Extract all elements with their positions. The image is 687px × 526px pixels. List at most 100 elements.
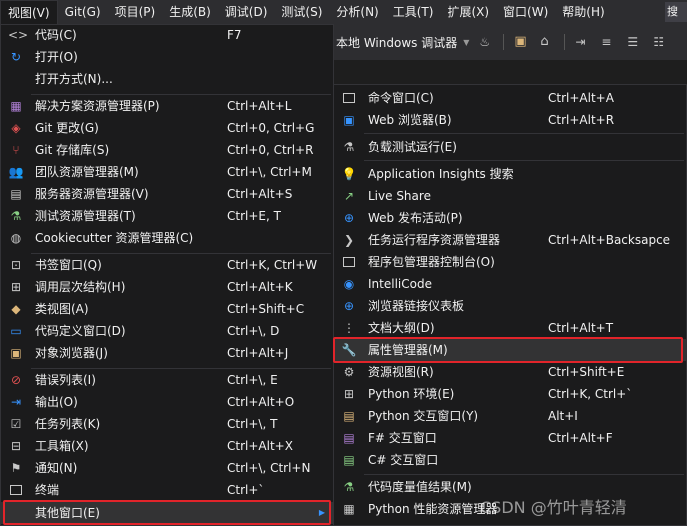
menu-item-test-explorer[interactable]: ⚗ 测试资源管理器(T) Ctrl+E, T bbox=[1, 205, 333, 227]
toolbar: 本地 Windows 调试器 ▼ ♨ ▣ ⌂ ⇥ ≡ ☰ ☷ bbox=[334, 24, 687, 60]
menu-item-web-publish[interactable]: ⊕ Web 发布活动(P) bbox=[334, 207, 686, 229]
home-icon[interactable]: ⌂ bbox=[540, 34, 556, 50]
menu-item-shortcut: Ctrl+\, D bbox=[227, 324, 280, 338]
step-icon[interactable]: ⇥ bbox=[575, 34, 591, 50]
folder-icon[interactable]: ▣ bbox=[514, 34, 530, 50]
menu-item-web-browser[interactable]: ▣ Web 浏览器(B) Ctrl+Alt+R bbox=[334, 109, 686, 131]
menu-item-cookiecutter[interactable]: ◍ Cookiecutter 资源管理器(C) bbox=[1, 227, 333, 249]
menu-test[interactable]: 测试(S) bbox=[274, 0, 329, 24]
menu-item-toolbox[interactable]: ⊟ 工具箱(X) Ctrl+Alt+X bbox=[1, 435, 333, 457]
menu-item-object-browser[interactable]: ▣ 对象浏览器(J) Ctrl+Alt+J bbox=[1, 342, 333, 364]
menu-item-label: 打开方式(N)... bbox=[35, 72, 113, 86]
menu-item-bookmarks[interactable]: ⊡ 书签窗口(Q) Ctrl+K, Ctrl+W bbox=[1, 254, 333, 276]
flame-icon[interactable]: ♨ bbox=[479, 34, 495, 50]
menu-item-command-window[interactable]: 命令窗口(C) Ctrl+Alt+A bbox=[334, 87, 686, 109]
menu-item-shortcut: Ctrl+E, T bbox=[227, 209, 281, 223]
menu-item-solution-explorer[interactable]: ▦ 解决方案资源管理器(P) Ctrl+Alt+L bbox=[1, 95, 333, 117]
menu-extensions[interactable]: 扩展(X) bbox=[440, 0, 496, 24]
web-publish-icon: ⊕ bbox=[343, 211, 355, 225]
menu-separator bbox=[364, 474, 684, 475]
menu-item-browser-link[interactable]: ⊕ 浏览器链接仪表板 bbox=[334, 295, 686, 317]
load-test-icon: ⚗ bbox=[343, 140, 355, 154]
output-icon: ⇥ bbox=[10, 395, 22, 409]
error-list-icon: ⊘ bbox=[10, 373, 22, 387]
solution-explorer-icon: ▦ bbox=[10, 99, 22, 113]
menu-item-call-hierarchy[interactable]: ⊞ 调用层次结构(H) Ctrl+Alt+K bbox=[1, 276, 333, 298]
menu-item-open[interactable]: ↻ 打开(O) bbox=[1, 46, 333, 68]
menu-item-resource-view[interactable]: ⚙ 资源视图(R) Ctrl+Shift+E bbox=[334, 361, 686, 383]
menu-view[interactable]: 视图(V) bbox=[0, 0, 58, 24]
menu-item-label: Python 环境(E) bbox=[368, 387, 455, 401]
menu-item-git-repo[interactable]: ⑂ Git 存储库(S) Ctrl+0, Ctrl+R bbox=[1, 139, 333, 161]
menu-item-label: 代码定义窗口(D) bbox=[35, 324, 126, 338]
open-icon: ↻ bbox=[10, 50, 22, 64]
menu-item-csharp-interactive[interactable]: ▤ C# 交互窗口 bbox=[334, 449, 686, 471]
menu-item-label: 任务列表(K) bbox=[35, 417, 101, 431]
menu-item-task-runner[interactable]: ❯ 任务运行程序资源管理器 Ctrl+Alt+Backsapce bbox=[334, 229, 686, 251]
indent-icon[interactable]: ≡ bbox=[601, 34, 617, 50]
code-metrics-icon: ⚗ bbox=[343, 480, 355, 494]
highlight-box-property-manager bbox=[333, 337, 683, 363]
notification-icon: ⚑ bbox=[10, 461, 22, 475]
menu-item-code-definition[interactable]: ▭ 代码定义窗口(D) Ctrl+\, D bbox=[1, 320, 333, 342]
bookmark-icon: ⊡ bbox=[10, 258, 22, 272]
menu-item-load-test[interactable]: ⚗ 负载测试运行(E) bbox=[334, 136, 686, 158]
menu-item-task-list[interactable]: ☑ 任务列表(K) Ctrl+\, T bbox=[1, 413, 333, 435]
menu-item-open-with[interactable]: 打开方式(N)... bbox=[1, 68, 333, 90]
menu-item-class-view[interactable]: ◆ 类视图(A) Ctrl+Shift+C bbox=[1, 298, 333, 320]
menu-debug[interactable]: 调试(D) bbox=[218, 0, 275, 24]
call-hierarchy-icon: ⊞ bbox=[10, 280, 22, 294]
menu-item-python-env[interactable]: ⊞ Python 环境(E) Ctrl+K, Ctrl+` bbox=[334, 383, 686, 405]
menu-item-git-changes[interactable]: ◈ Git 更改(G) Ctrl+0, Ctrl+G bbox=[1, 117, 333, 139]
menu-item-shortcut: Alt+I bbox=[548, 409, 578, 423]
menu-item-intellicode[interactable]: ◉ IntelliCode bbox=[334, 273, 686, 295]
menu-item-shortcut: Ctrl+Alt+X bbox=[227, 439, 293, 453]
menu-window[interactable]: 窗口(W) bbox=[496, 0, 555, 24]
menu-item-terminal[interactable]: 终端 Ctrl+` bbox=[1, 479, 333, 501]
code-definition-icon: ▭ bbox=[10, 324, 22, 338]
menu-item-team-explorer[interactable]: 👥 团队资源管理器(M) Ctrl+\, Ctrl+M bbox=[1, 161, 333, 183]
menu-item-python-interactive[interactable]: ▤ Python 交互窗口(Y) Alt+I bbox=[334, 405, 686, 427]
menu-item-label: 资源视图(R) bbox=[368, 365, 434, 379]
menu-item-server-explorer[interactable]: ▤ 服务器资源管理器(V) Ctrl+Alt+S bbox=[1, 183, 333, 205]
menu-item-code[interactable]: <> 代码(C) F7 bbox=[1, 24, 333, 46]
menu-item-notifications[interactable]: ⚑ 通知(N) Ctrl+\, Ctrl+N bbox=[1, 457, 333, 479]
menu-analyze[interactable]: 分析(N) bbox=[329, 0, 385, 24]
search-box[interactable]: 搜索 bbox=[665, 2, 687, 22]
chevron-down-icon[interactable]: ▼ bbox=[463, 38, 469, 47]
browser-link-icon: ⊕ bbox=[343, 299, 355, 313]
menu-item-label: 输出(O) bbox=[35, 395, 78, 409]
menu-item-live-share[interactable]: ↗ Live Share bbox=[334, 185, 686, 207]
debug-target-label[interactable]: 本地 Windows 调试器 bbox=[336, 34, 457, 51]
menu-item-label: 服务器资源管理器(V) bbox=[35, 187, 149, 201]
menu-bar: 视图(V) Git(G) 项目(P) 生成(B) 调试(D) 测试(S) 分析(… bbox=[0, 0, 687, 24]
menu-item-label: Application Insights 搜索 bbox=[368, 167, 514, 181]
menu-item-document-outline[interactable]: ⋮ 文档大纲(D) Ctrl+Alt+T bbox=[334, 317, 686, 339]
package-console-icon bbox=[341, 254, 357, 270]
menu-item-output[interactable]: ⇥ 输出(O) Ctrl+Alt+O bbox=[1, 391, 333, 413]
menu-item-label: 代码(C) bbox=[35, 28, 77, 42]
menu-item-label: Python 性能资源管理器 bbox=[368, 502, 498, 516]
menu-item-error-list[interactable]: ⊘ 错误列表(I) Ctrl+\, E bbox=[1, 369, 333, 391]
menu-item-label: 书签窗口(Q) bbox=[35, 258, 102, 272]
menu-item-shortcut: Ctrl+\, Ctrl+N bbox=[227, 461, 311, 475]
menu-item-app-insights[interactable]: 💡 Application Insights 搜索 bbox=[334, 163, 686, 185]
menu-item-shortcut: Ctrl+` bbox=[227, 483, 265, 497]
object-browser-icon: ▣ bbox=[10, 346, 22, 360]
menu-build[interactable]: 生成(B) bbox=[162, 0, 218, 24]
menu-item-fsharp-interactive[interactable]: ▤ F# 交互窗口 Ctrl+Alt+F bbox=[334, 427, 686, 449]
team-explorer-icon: 👥 bbox=[8, 165, 24, 179]
menu-item-package-console[interactable]: 程序包管理器控制台(O) bbox=[334, 251, 686, 273]
menu-item-label: Git 存储库(S) bbox=[35, 143, 110, 157]
menu-item-shortcut: Ctrl+Alt+K bbox=[227, 280, 293, 294]
csharp-interactive-icon: ▤ bbox=[343, 453, 355, 467]
menu-tools[interactable]: 工具(T) bbox=[386, 0, 441, 24]
menu-item-shortcut: Ctrl+\, Ctrl+M bbox=[227, 165, 312, 179]
menu-item-label: Web 发布活动(P) bbox=[368, 211, 463, 225]
menu-git[interactable]: Git(G) bbox=[58, 0, 108, 24]
menu-help[interactable]: 帮助(H) bbox=[555, 0, 611, 24]
uncomment-icon[interactable]: ☷ bbox=[653, 34, 669, 50]
menu-item-label: 调用层次结构(H) bbox=[35, 280, 126, 294]
comment-icon[interactable]: ☰ bbox=[627, 34, 643, 50]
menu-project[interactable]: 项目(P) bbox=[108, 0, 163, 24]
